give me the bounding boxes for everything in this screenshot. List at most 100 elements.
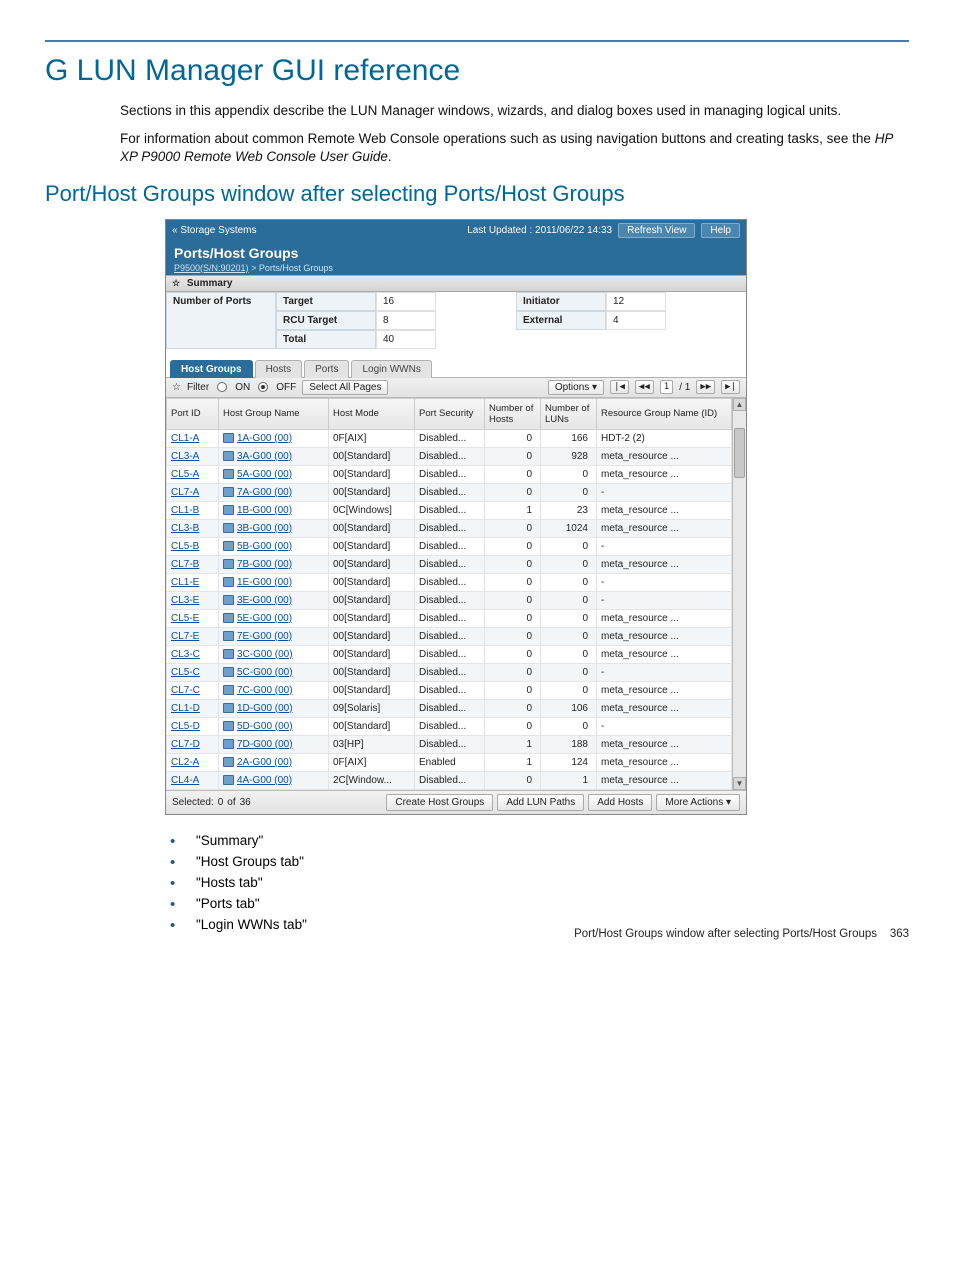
ss-topbar: « Storage Systems Last Updated : 2011/06… <box>166 220 746 241</box>
help-button[interactable]: Help <box>701 223 740 238</box>
table-row[interactable]: CL5-A5A-G00 (00)00[Standard]Disabled...0… <box>167 465 732 483</box>
table-row[interactable]: CL3-E3E-G00 (00)00[Standard]Disabled...0… <box>167 591 732 609</box>
table-row[interactable]: CL3-C3C-G00 (00)00[Standard]Disabled...0… <box>167 645 732 663</box>
storage-systems-link[interactable]: « Storage Systems <box>172 225 467 236</box>
col-host-mode[interactable]: Host Mode <box>329 398 415 429</box>
list-item[interactable]: "Summary" <box>170 833 909 848</box>
col-resource-group[interactable]: Resource Group Name (ID) <box>597 398 732 429</box>
page-next-button[interactable]: ▶▶ <box>696 380 715 394</box>
scroll-up-icon[interactable]: ▲ <box>733 398 746 411</box>
port-id-link[interactable]: CL1-D <box>171 703 200 714</box>
table-row[interactable]: CL7-B7B-G00 (00)00[Standard]Disabled...0… <box>167 555 732 573</box>
host-group-link[interactable]: 5C-G00 (00) <box>237 667 293 678</box>
list-item[interactable]: "Host Groups tab" <box>170 854 909 869</box>
more-actions-button[interactable]: More Actions ▾ <box>656 794 740 811</box>
host-group-link[interactable]: 7C-G00 (00) <box>237 685 293 696</box>
host-group-link[interactable]: 7A-G00 (00) <box>237 487 292 498</box>
host-group-link[interactable]: 3C-G00 (00) <box>237 649 293 660</box>
table-row[interactable]: CL5-C5C-G00 (00)00[Standard]Disabled...0… <box>167 663 732 681</box>
filter-off-radio[interactable] <box>258 382 268 392</box>
port-id-link[interactable]: CL3-B <box>171 523 199 534</box>
port-id-link[interactable]: CL7-D <box>171 739 200 750</box>
host-group-link[interactable]: 1D-G00 (00) <box>237 703 293 714</box>
port-id-link[interactable]: CL5-C <box>171 667 200 678</box>
table-row[interactable]: CL4-A4A-G00 (00)2C[Window...Disabled...0… <box>167 771 732 789</box>
summary-header[interactable]: ☆ Summary <box>166 275 746 292</box>
col-num-hosts[interactable]: Number of Hosts <box>485 398 541 429</box>
footer-text: Port/Host Groups window after selecting … <box>574 928 877 940</box>
tab-ports[interactable]: Ports <box>304 360 349 378</box>
table-row[interactable]: CL1-B1B-G00 (00)0C[Windows]Disabled...12… <box>167 501 732 519</box>
page-first-button[interactable]: |◀ <box>610 380 629 394</box>
list-item[interactable]: "Ports tab" <box>170 896 909 911</box>
host-group-link[interactable]: 4A-G00 (00) <box>237 775 292 786</box>
port-id-link[interactable]: CL7-E <box>171 631 199 642</box>
host-group-link[interactable]: 5A-G00 (00) <box>237 469 292 480</box>
breadcrumb-link[interactable]: P9500(S/N:90201) <box>174 263 249 273</box>
table-row[interactable]: CL7-A7A-G00 (00)00[Standard]Disabled...0… <box>167 483 732 501</box>
port-id-link[interactable]: CL2-A <box>171 757 199 768</box>
list-item[interactable]: "Hosts tab" <box>170 875 909 890</box>
table-row[interactable]: CL5-B5B-G00 (00)00[Standard]Disabled...0… <box>167 537 732 555</box>
page-prev-button[interactable]: ◀◀ <box>635 380 654 394</box>
table-row[interactable]: CL3-A3A-G00 (00)00[Standard]Disabled...0… <box>167 447 732 465</box>
port-id-link[interactable]: CL1-A <box>171 433 199 444</box>
host-group-icon <box>223 559 234 569</box>
port-id-link[interactable]: CL7-C <box>171 685 200 696</box>
port-id-link[interactable]: CL7-A <box>171 487 199 498</box>
host-group-link[interactable]: 5B-G00 (00) <box>237 541 292 552</box>
tab-login-wwns[interactable]: Login WWNs <box>351 360 431 378</box>
options-button[interactable]: Options ▾ <box>548 380 604 395</box>
table-row[interactable]: CL3-B3B-G00 (00)00[Standard]Disabled...0… <box>167 519 732 537</box>
add-lun-paths-button[interactable]: Add LUN Paths <box>497 794 584 811</box>
scroll-thumb[interactable] <box>734 428 745 478</box>
host-group-link[interactable]: 7E-G00 (00) <box>237 631 292 642</box>
port-id-link[interactable]: CL3-A <box>171 451 199 462</box>
port-id-link[interactable]: CL1-B <box>171 505 199 516</box>
port-id-link[interactable]: CL5-A <box>171 469 199 480</box>
add-hosts-button[interactable]: Add Hosts <box>588 794 652 811</box>
table-row[interactable]: CL7-C7C-G00 (00)00[Standard]Disabled...0… <box>167 681 732 699</box>
col-port-security[interactable]: Port Security <box>415 398 485 429</box>
port-id-link[interactable]: CL4-A <box>171 775 199 786</box>
port-id-link[interactable]: CL7-B <box>171 559 199 570</box>
tab-hosts[interactable]: Hosts <box>255 360 303 378</box>
host-group-link[interactable]: 7B-G00 (00) <box>237 559 292 570</box>
col-host-group-name[interactable]: Host Group Name <box>219 398 329 429</box>
tab-host-groups[interactable]: Host Groups <box>170 360 253 378</box>
page-last-button[interactable]: ▶| <box>721 380 740 394</box>
filter-on-radio[interactable] <box>217 382 227 392</box>
scroll-down-icon[interactable]: ▼ <box>733 777 746 790</box>
host-group-link[interactable]: 1E-G00 (00) <box>237 577 292 588</box>
host-group-link[interactable]: 7D-G00 (00) <box>237 739 293 750</box>
port-id-link[interactable]: CL3-E <box>171 595 199 606</box>
create-host-groups-button[interactable]: Create Host Groups <box>386 794 493 811</box>
host-group-link[interactable]: 5D-G00 (00) <box>237 721 293 732</box>
table-row[interactable]: CL5-E5E-G00 (00)00[Standard]Disabled...0… <box>167 609 732 627</box>
col-port-id[interactable]: Port ID <box>167 398 219 429</box>
port-id-link[interactable]: CL5-E <box>171 613 199 624</box>
select-all-pages-button[interactable]: Select All Pages <box>302 380 388 395</box>
host-group-link[interactable]: 5E-G00 (00) <box>237 613 292 624</box>
table-row[interactable]: CL7-D7D-G00 (00)03[HP]Disabled...1188met… <box>167 735 732 753</box>
host-group-link[interactable]: 2A-G00 (00) <box>237 757 292 768</box>
col-num-luns[interactable]: Number of LUNs <box>541 398 597 429</box>
page-current[interactable]: 1 <box>660 380 673 394</box>
table-row[interactable]: CL7-E7E-G00 (00)00[Standard]Disabled...0… <box>167 627 732 645</box>
port-id-link[interactable]: CL3-C <box>171 649 200 660</box>
table-scrollbar[interactable]: ▲ ▼ <box>732 398 746 790</box>
port-id-link[interactable]: CL5-D <box>171 721 200 732</box>
table-row[interactable]: CL5-D5D-G00 (00)00[Standard]Disabled...0… <box>167 717 732 735</box>
host-group-link[interactable]: 1B-G00 (00) <box>237 505 292 516</box>
port-id-link[interactable]: CL5-B <box>171 541 199 552</box>
host-group-link[interactable]: 3E-G00 (00) <box>237 595 292 606</box>
host-group-link[interactable]: 3A-G00 (00) <box>237 451 292 462</box>
table-row[interactable]: CL2-A2A-G00 (00)0F[AIX]Enabled1124meta_r… <box>167 753 732 771</box>
host-group-link[interactable]: 3B-G00 (00) <box>237 523 292 534</box>
host-group-link[interactable]: 1A-G00 (00) <box>237 433 292 444</box>
refresh-view-button[interactable]: Refresh View <box>618 223 695 238</box>
table-row[interactable]: CL1-D1D-G00 (00)09[Solaris]Disabled...01… <box>167 699 732 717</box>
port-id-link[interactable]: CL1-E <box>171 577 199 588</box>
table-row[interactable]: CL1-E1E-G00 (00)00[Standard]Disabled...0… <box>167 573 732 591</box>
table-row[interactable]: CL1-A1A-G00 (00)0F[AIX]Disabled...0166HD… <box>167 429 732 447</box>
